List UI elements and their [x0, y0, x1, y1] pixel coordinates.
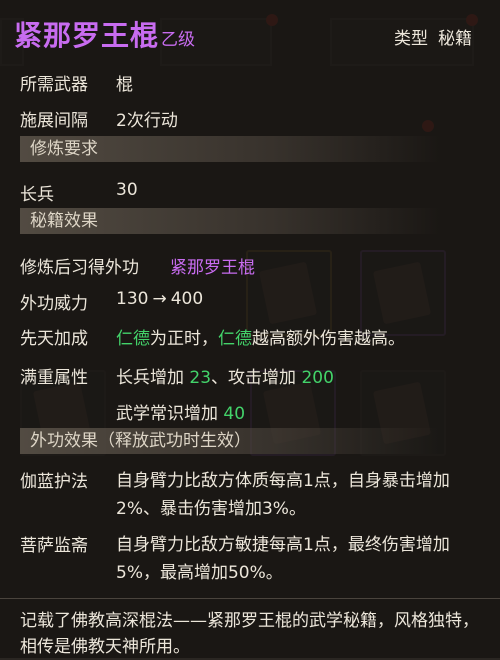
skill-label: 伽蓝护法: [20, 472, 88, 492]
power-label: 外功威力: [20, 294, 88, 314]
innate-keyword: 仁德: [116, 329, 150, 349]
innate-label: 先天加成: [20, 329, 88, 349]
power-value: 130 → 400: [116, 289, 203, 309]
item-type-value: 秘籍: [438, 29, 472, 49]
fw-text: 、攻击增加: [211, 368, 302, 388]
skill-label: 菩萨监斋: [20, 536, 88, 556]
requirement-row: 所需武器 棍: [20, 70, 486, 95]
skill-text: 自身臂力比敌方体质每高1点，自身暴击增加2%、暴击伤害增加3%。: [116, 471, 450, 519]
training-value: 30: [116, 180, 138, 200]
fullweight-label: 满重属性: [20, 368, 88, 388]
arrow-icon: →: [152, 289, 167, 309]
fullweight-line1: 长兵增加 23、攻击增加 200: [116, 363, 334, 388]
section-header-skill: 外功效果（释放武功时生效）: [20, 428, 440, 454]
fullweight-line2: 武学常识增加 40: [116, 399, 245, 424]
learn-label: 修炼后习得外功: [20, 258, 139, 278]
innate-row: 先天加成 仁德为正时，仁德越高额外伤害越高。: [20, 324, 486, 349]
item-type-label: 类型: [394, 29, 428, 49]
item-name: 紧那罗王棍: [14, 19, 160, 52]
learn-value: 紧那罗王棍: [170, 258, 255, 278]
learn-row: 修炼后习得外功 紧那罗王棍: [20, 253, 486, 278]
item-type: 类型 秘籍: [394, 24, 472, 49]
item-grade: 乙级: [161, 30, 196, 50]
divider: [0, 598, 500, 599]
power-to: 400: [170, 289, 204, 309]
innate-text-part: 为正时，: [150, 329, 218, 349]
power-row: 外功威力 130 → 400: [20, 289, 486, 314]
training-label: 长兵: [20, 185, 54, 205]
requirement-label: 施展间隔: [20, 111, 88, 131]
requirement-value: 2次行动: [116, 111, 178, 131]
fw-value: 23: [189, 368, 212, 388]
section-header-training: 修炼要求: [20, 136, 440, 162]
innate-text-part: 越高额外伤害越高。: [252, 329, 405, 349]
fw-value: 200: [301, 368, 334, 388]
innate-keyword: 仁德: [218, 329, 252, 349]
fw-text: 武学常识增加: [116, 404, 224, 424]
item-description: 记载了佛教高深棍法——紧那罗王棍的武学秘籍，风格独特，相传是佛教天神所用。: [20, 611, 479, 657]
fw-text: 长兵增加: [116, 368, 190, 388]
innate-text: 仁德为正时，仁德越高额外伤害越高。: [116, 324, 405, 349]
requirement-label: 所需武器: [20, 75, 88, 95]
requirement-row: 施展间隔 2次行动: [20, 106, 486, 131]
skill-text: 自身臂力比敌方敏捷每高1点，最终伤害增加5%，最高增加50%。: [116, 535, 450, 583]
requirement-value: 棍: [116, 75, 133, 95]
training-row: 长兵 30: [20, 180, 486, 205]
section-header-effect: 秘籍效果: [20, 208, 440, 234]
fullweight-row: 满重属性 长兵增加 23、攻击增加 200: [20, 363, 486, 388]
item-tooltip: 紧那罗王棍 乙级 类型 秘籍 所需武器 棍 施展间隔 2次行动 修炼要求 长兵 30…: [0, 0, 500, 658]
fw-value: 40: [223, 404, 246, 424]
power-from: 130: [116, 289, 149, 309]
